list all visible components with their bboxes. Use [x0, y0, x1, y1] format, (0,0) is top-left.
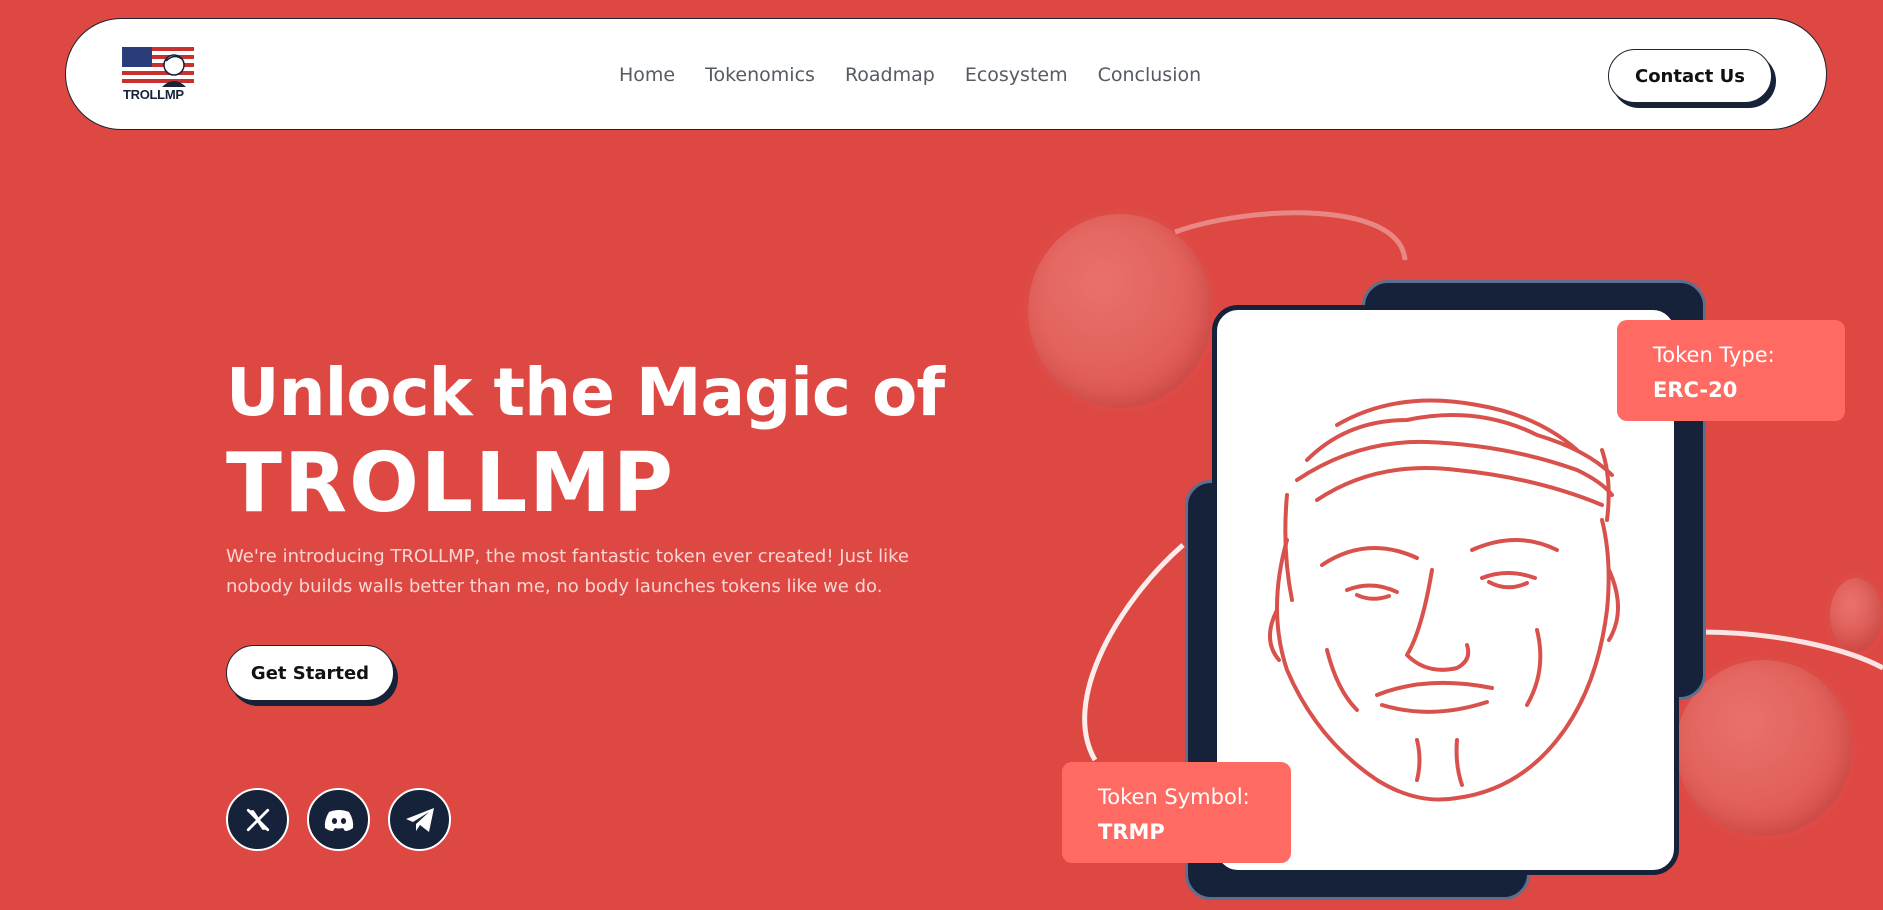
x-icon[interactable]: [226, 788, 289, 851]
get-started-button[interactable]: Get Started: [226, 645, 394, 701]
token-type-label: Token Type:: [1653, 343, 1775, 367]
bubble-decoration: [1830, 578, 1882, 652]
nav-link-tokenomics[interactable]: Tokenomics: [705, 64, 815, 86]
navbar: TROLLMP Home Tokenomics Roadmap Ecosyste…: [65, 18, 1827, 130]
nav-link-roadmap[interactable]: Roadmap: [845, 64, 935, 86]
token-symbol-box: Token Symbol: TRMP: [1062, 762, 1291, 863]
hero-description: We're introducing TROLLMP, the most fant…: [226, 546, 909, 597]
nav-link-conclusion[interactable]: Conclusion: [1098, 64, 1202, 86]
social-links: [226, 788, 451, 851]
nav-link-ecosystem[interactable]: Ecosystem: [965, 64, 1068, 86]
nav-link-home[interactable]: Home: [619, 64, 675, 86]
token-type-box: Token Type: ERC-20: [1617, 320, 1845, 421]
bubble-decoration: [1028, 214, 1212, 408]
hero-title-line2: TROLLMP: [226, 436, 675, 531]
contact-us-button[interactable]: Contact Us: [1608, 49, 1772, 103]
telegram-icon[interactable]: [388, 788, 451, 851]
discord-icon[interactable]: [307, 788, 370, 851]
token-symbol-label: Token Symbol:: [1098, 785, 1250, 809]
hero-title-line1: Unlock the Magic of: [226, 354, 945, 431]
flag-logo-icon: [122, 47, 194, 87]
logo[interactable]: TROLLMP: [122, 47, 196, 103]
token-symbol-value: TRMP: [1098, 820, 1165, 844]
token-type-value: ERC-20: [1653, 378, 1738, 402]
nav-links: Home Tokenomics Roadmap Ecosystem Conclu…: [619, 19, 1231, 131]
logo-text: TROLLMP: [123, 87, 184, 102]
